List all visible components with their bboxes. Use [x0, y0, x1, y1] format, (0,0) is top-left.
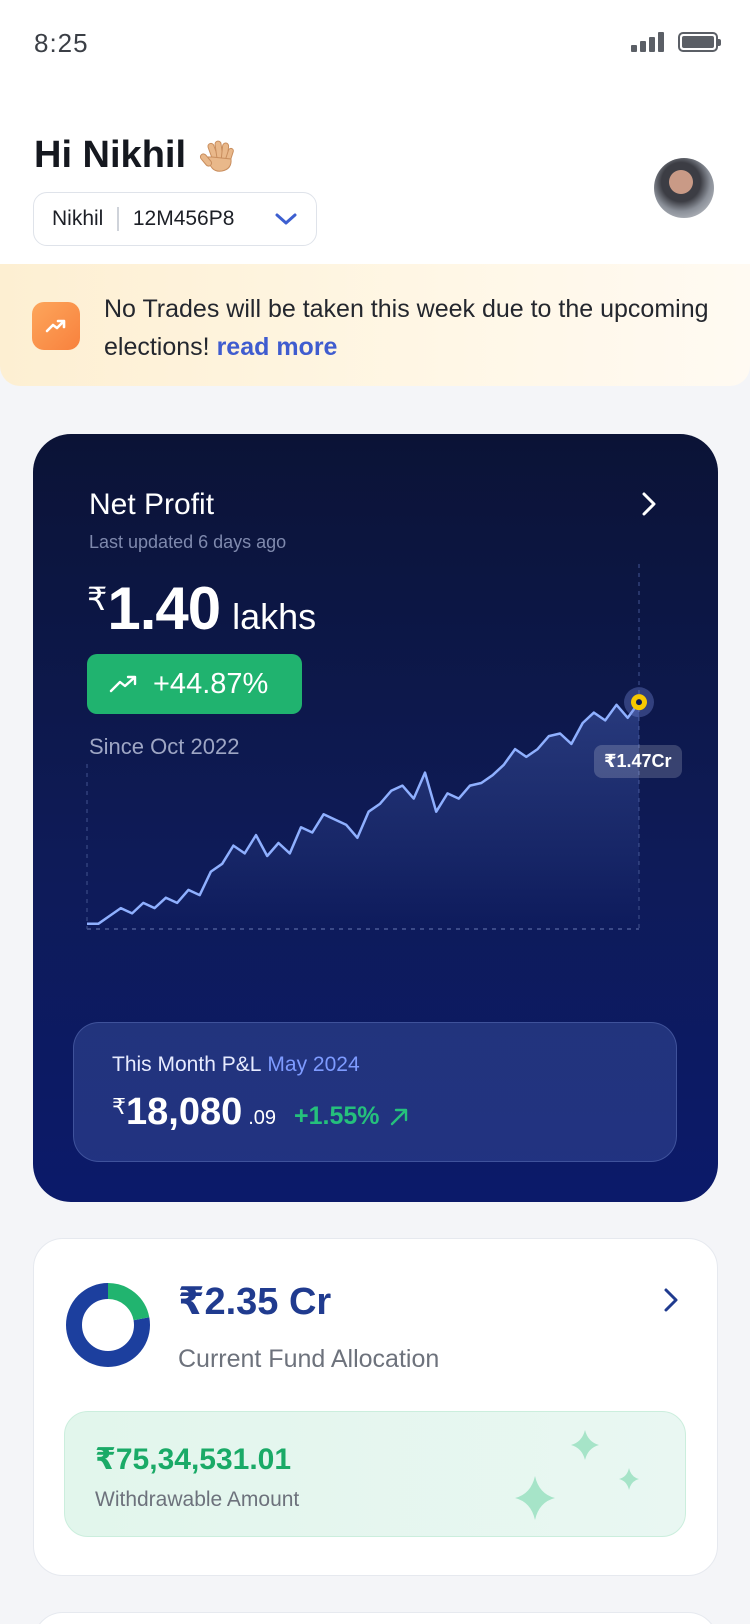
last-updated-text: Last updated 6 days ago — [89, 532, 287, 552]
net-profit-title: Net Profit — [89, 488, 215, 521]
account-selector[interactable]: Nikhil 12M456P8 — [33, 192, 317, 246]
arrow-up-right-icon — [390, 1108, 407, 1125]
net-profit-card[interactable]: Net Profit Last updated 6 days ago ₹ 1.4… — [33, 434, 718, 1202]
fund-allocation-card[interactable]: ₹2.35 Cr Current Fund Allocation ₹75,34,… — [33, 1238, 718, 1576]
read-more-link[interactable]: read more — [217, 333, 338, 361]
avatar[interactable] — [654, 158, 714, 218]
gain-badge: +44.87% — [87, 654, 302, 714]
notice-text-block: No Trades will be taken this week due to… — [104, 290, 724, 366]
month-pl-change-text: +1.55% — [294, 1102, 380, 1130]
notice-banner: No Trades will be taken this week due to… — [0, 264, 750, 386]
waving-hand-icon — [199, 140, 234, 172]
chevron-right-icon[interactable] — [640, 490, 658, 518]
fund-label: Current Fund Allocation — [178, 1345, 440, 1373]
account-divider — [117, 207, 119, 231]
month-pl-value: ₹ 18,080 .09 +1.55% — [112, 1091, 410, 1134]
month-pl-amount: 18,080 — [126, 1091, 243, 1133]
month-pl-label: This Month P&L — [112, 1053, 262, 1076]
sparkles-icon — [515, 1430, 639, 1520]
withdrawable-label: Withdrawable Amount — [95, 1488, 300, 1511]
fund-amount: ₹2.35 Cr — [178, 1281, 332, 1323]
month-pl-box: This Month P&L May 2024 ₹ 18,080 .09 +1.5… — [73, 1022, 677, 1162]
chart-peak-point-center — [636, 699, 642, 706]
signal-icon — [631, 32, 664, 52]
trending-up-icon — [109, 675, 137, 693]
currency-symbol: ₹ — [112, 1094, 126, 1119]
currency-symbol: ₹ — [87, 581, 108, 617]
net-profit-amount: 1.40 — [107, 575, 221, 642]
battery-icon — [678, 32, 721, 52]
fund-donut-chart — [66, 1283, 150, 1367]
chevron-right-icon[interactable] — [663, 1287, 679, 1313]
header: Hi Nikhil Nikhil 12M456P8 — [0, 90, 750, 264]
status-time: 8:25 — [34, 28, 89, 58]
notice-text: No Trades will be taken this week due to… — [104, 295, 709, 361]
net-profit-value: ₹ 1.40 lakhs — [87, 574, 316, 643]
account-id: 12M456P8 — [132, 207, 235, 230]
month-pl-date: May 2024 — [267, 1053, 360, 1076]
net-profit-unit: lakhs — [232, 596, 317, 637]
status-bar: 8:25 — [0, 0, 750, 90]
account-name: Nikhil — [52, 207, 104, 230]
status-icons — [631, 32, 721, 52]
greeting-text: Hi Nikhil — [34, 134, 187, 176]
withdrawable-box: ₹75,34,531.01 Withdrawable Amount — [64, 1411, 686, 1537]
peak-value-tag: ₹1.47Cr — [594, 745, 682, 778]
month-pl-change: +1.55% — [294, 1102, 410, 1131]
next-card-peek — [33, 1612, 718, 1624]
since-text: Since Oct 2022 — [89, 734, 240, 759]
trending-up-icon — [32, 302, 80, 350]
withdrawable-amount: ₹75,34,531.01 — [95, 1443, 292, 1476]
month-pl-label-row: This Month P&L May 2024 — [112, 1053, 360, 1077]
chevron-down-icon — [275, 213, 297, 225]
month-pl-decimals: .09 — [248, 1107, 277, 1129]
greeting: Hi Nikhil — [34, 134, 240, 177]
gain-percent: +44.87% — [153, 667, 269, 700]
